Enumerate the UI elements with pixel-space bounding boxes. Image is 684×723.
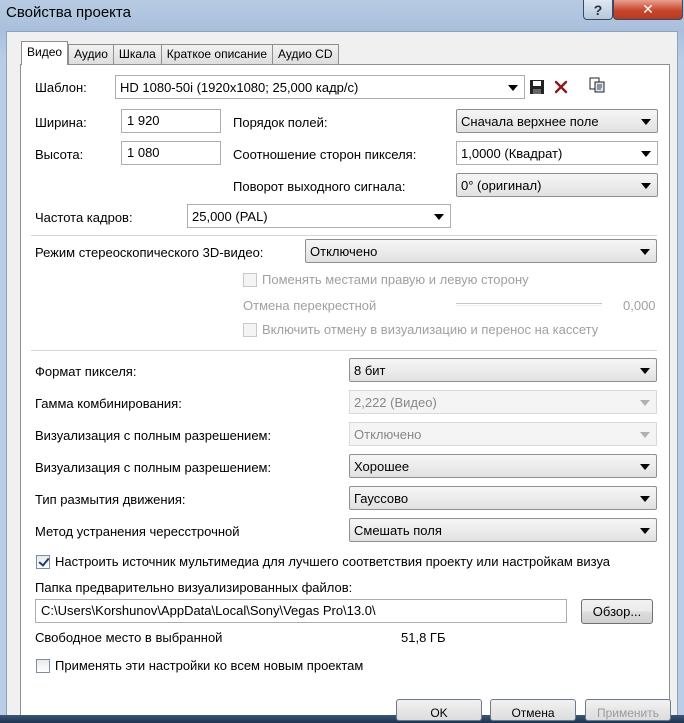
tab-ruler[interactable]: Шкала	[112, 44, 161, 65]
tab-summary[interactable]: Краткое описание	[160, 44, 272, 65]
tab-strip: Видео Аудио Шкала Краткое описание Аудио…	[21, 41, 339, 65]
taskbar	[0, 715, 684, 723]
width-label: Ширина:	[35, 115, 87, 130]
chevron-down-icon	[641, 183, 651, 189]
chevron-down-icon	[640, 400, 650, 406]
chevron-down-icon	[640, 464, 650, 470]
delete-icon[interactable]	[553, 79, 569, 95]
output-rotation-value: 0° (оригинал)	[461, 178, 542, 193]
stereo-mode-combo[interactable]: Отключено	[305, 239, 657, 263]
chevron-down-icon	[640, 368, 650, 374]
save-icon[interactable]	[529, 79, 545, 95]
full-res-view-label: Визуализация с полным разрешением:	[35, 428, 272, 443]
prerender-folder-field[interactable]: C:\Users\Korshunov\AppData\Local\Sony\Ve…	[35, 599, 567, 623]
swap-left-right-checkbox[interactable]	[243, 273, 257, 287]
cancel-button[interactable]: Отмена	[490, 699, 576, 721]
full-res-quality-label: Визуализация с полным разрешением:	[35, 460, 272, 475]
deinterlace-value: Смешать поля	[354, 523, 442, 538]
pixel-aspect-label: Соотношение сторон пикселя:	[233, 147, 417, 162]
tab-video[interactable]: Видео	[21, 41, 69, 65]
stereo-mode-value: Отключено	[310, 244, 378, 259]
width-field[interactable]: 1 920	[121, 109, 221, 133]
chevron-down-icon	[508, 85, 518, 91]
compositing-gamma-value: 2,222 (Видео)	[354, 395, 437, 410]
full-res-quality-combo[interactable]: Хорошее	[349, 454, 657, 478]
tab-audio-cd[interactable]: Аудио CD	[272, 44, 339, 65]
chevron-down-icon	[434, 214, 444, 220]
adjust-source-checkbox[interactable]	[36, 555, 50, 569]
height-label: Высота:	[35, 147, 84, 162]
separator	[31, 350, 657, 351]
chevron-down-icon	[640, 528, 650, 534]
free-space-value: 51,8 ГБ	[401, 630, 446, 645]
full-res-view-combo[interactable]: Отключено	[349, 422, 657, 446]
frame-rate-label: Частота кадров:	[35, 210, 133, 225]
pixel-format-value: 8 бит	[354, 363, 386, 378]
close-button[interactable]: ✕	[613, 0, 683, 20]
field-order-value: Сначала верхнее поле	[461, 114, 599, 129]
browse-button[interactable]: Обзор...	[581, 599, 653, 624]
crosstalk-render-label: Включить отмену в визуализацию и перенос…	[262, 322, 599, 337]
crosstalk-value: 0,000	[623, 298, 656, 313]
copy-icon[interactable]	[589, 77, 605, 93]
frame-rate-combo[interactable]: 25,000 (PAL)	[187, 204, 451, 228]
crosstalk-render-checkbox[interactable]	[243, 323, 257, 337]
pixel-format-label: Формат пикселя:	[35, 364, 137, 379]
template-combo[interactable]: HD 1080-50i (1920x1080; 25,000 кадр/с)	[115, 75, 525, 99]
tab-audio[interactable]: Аудио	[68, 44, 113, 65]
compositing-gamma-label: Гамма комбинирования:	[35, 396, 182, 411]
help-icon: ?	[593, 1, 603, 18]
chevron-down-icon	[640, 432, 650, 438]
crosstalk-slider[interactable]	[456, 303, 602, 306]
apply-all-checkbox[interactable]	[36, 659, 50, 673]
height-field[interactable]: 1 080	[121, 141, 221, 165]
separator	[31, 235, 657, 236]
video-tab-panel: Шаблон: HD 1080-50i (1920x1080; 25,000 к…	[20, 64, 670, 718]
project-properties-window: Свойства проекта ? ✕ Видео Аудио Шкала К…	[0, 0, 684, 723]
field-order-combo[interactable]: Сначала верхнее поле	[456, 109, 658, 133]
field-order-label: Порядок полей:	[233, 115, 328, 130]
chevron-down-icon	[641, 151, 651, 157]
crosstalk-label: Отмена перекрестной	[243, 298, 377, 313]
stereo-mode-label: Режим стереоскопического 3D-видео:	[35, 245, 264, 260]
output-rotation-combo[interactable]: 0° (оригинал)	[456, 173, 658, 197]
pixel-aspect-combo[interactable]: 1,0000 (Квадрат)	[456, 141, 658, 165]
template-value: HD 1080-50i (1920x1080; 25,000 кадр/с)	[120, 80, 359, 95]
apply-button[interactable]: Применить	[585, 699, 671, 721]
prerender-folder-label: Папка предварительно визуализированных ф…	[35, 580, 353, 595]
ok-button[interactable]: OK	[396, 699, 482, 721]
chevron-down-icon	[640, 496, 650, 502]
full-res-quality-value: Хорошее	[354, 459, 410, 474]
window-title: Свойства проекта	[6, 4, 131, 21]
frame-rate-value: 25,000 (PAL)	[192, 209, 268, 224]
deinterlace-combo[interactable]: Смешать поля	[349, 518, 657, 542]
chevron-down-icon	[640, 249, 650, 255]
template-label: Шаблон:	[35, 80, 87, 95]
compositing-gamma-combo[interactable]: 2,222 (Видео)	[349, 390, 657, 414]
dialog-client: Видео Аудио Шкала Краткое описание Аудио…	[6, 31, 678, 718]
close-icon: ✕	[642, 1, 654, 17]
pixel-format-combo[interactable]: 8 бит	[349, 358, 657, 382]
motion-blur-value: Гауссово	[354, 491, 409, 506]
pixel-aspect-value: 1,0000 (Квадрат)	[461, 146, 563, 161]
motion-blur-combo[interactable]: Гауссово	[349, 486, 657, 510]
help-button[interactable]: ?	[583, 0, 613, 20]
free-space-label: Свободное место в выбранной	[35, 630, 223, 645]
apply-all-label: Применять эти настройки ко всем новым пр…	[55, 658, 364, 673]
chevron-down-icon	[641, 119, 651, 125]
adjust-source-label: Настроить источник мультимедиа для лучше…	[55, 554, 611, 569]
swap-left-right-label: Поменять местами правую и левую сторону	[262, 272, 529, 287]
output-rotation-label: Поворот выходного сигнала:	[233, 179, 406, 194]
motion-blur-label: Тип размытия движения:	[35, 492, 186, 507]
title-bar[interactable]: Свойства проекта ? ✕	[0, 0, 684, 30]
full-res-view-value: Отключено	[354, 427, 422, 442]
deinterlace-label: Метод устранения чересстрочной	[35, 524, 240, 539]
